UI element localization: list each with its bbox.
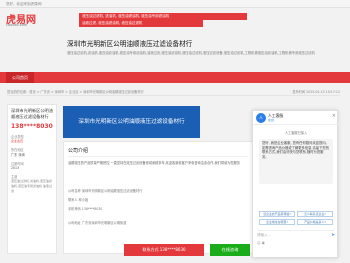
top-bar: 您好，欢迎来到虎易网! xyxy=(0,0,350,8)
field-phone: 手机号码 138****8030 xyxy=(68,207,103,211)
quick-question-4[interactable]: 产品价格是多少? xyxy=(297,219,333,225)
area-value: 广东 深圳 xyxy=(11,153,25,157)
quick-question-3[interactable]: 企业地址在哪里? xyxy=(259,219,295,225)
chat-widget: 人 人工客服 在线 × 人工客服已接入 您好, 我是企业客服, 您有任何疑问欢迎… xyxy=(252,110,339,258)
member-tag: 企业会员 xyxy=(11,139,24,143)
section-title: 公司介绍 xyxy=(68,148,89,154)
scope-value: 液压油过滤机,滤油机,液压油滤油机,液压油专用滤油机,油液过滤 xyxy=(11,179,52,193)
chat-input[interactable]: 请输入... xyxy=(257,233,271,238)
keyword-row-1: 液压油过滤机, 滤油机, 液压油滤油机, 液压油专用滤油机 xyxy=(79,13,247,20)
field-address: 公司地址 广东省深圳市光明新区公明街道 xyxy=(68,221,127,225)
sidebar-phone[interactable]: 138****8030 xyxy=(11,123,53,130)
publish-time: 发布时间 2025-04-15 10:17:12 xyxy=(292,90,340,94)
company-description: 液压油过滤机,滤油机,液压油滤油机,液压油专用滤油机,油液过滤,液压油滤油机,液… xyxy=(67,51,315,55)
close-icon[interactable]: × xyxy=(332,113,336,119)
company-sidebar: 深圳市光明新区公明油顺液压过滤设备材行 138****8030 企业类型 企业会… xyxy=(7,104,57,254)
year-value: 2013 xyxy=(11,166,20,170)
company-header: 深圳市光明新区公明油顺液压过滤设备材行 xyxy=(67,38,192,48)
intro-text: 油顺液压的产品质量严格把控,一直坚持在液压过滤设备领域深耕多年,欢迎各新老客户来… xyxy=(68,161,240,165)
main-nav: 公司首页 xyxy=(0,72,350,83)
agent-joined-notice: 人工客服已接入 xyxy=(284,131,308,135)
keyword-banner: 液压油过滤机, 滤油机, 液压油滤油机, 液压油专用滤油机 油液过滤, 液压油滤… xyxy=(79,13,247,27)
chat-header: 人 人工客服 在线 × xyxy=(253,111,339,125)
page-title: 深圳市光明新区公明油顺液压过滤设备材行 xyxy=(67,40,193,48)
send-icon[interactable]: ➤ xyxy=(331,233,335,238)
quick-question-1[interactable]: 该企业的产品有哪些? xyxy=(259,211,295,217)
agent-status: 在线 xyxy=(268,118,275,122)
field-contact: 联系人 林小姐 xyxy=(68,198,89,202)
quick-question-2[interactable]: 怎么联系该企业? xyxy=(297,211,333,217)
breadcrumb: 您当前的位置：首页 > 广东省 > 深圳市 > 企业店 > 深圳市光明新区公明油… xyxy=(7,89,340,96)
company-banner: 深圳市光明新区公明油顺液压过滤设备材行 xyxy=(63,106,200,138)
chat-input-area[interactable]: 请输入... ➤ ☺ ▣ xyxy=(257,230,335,248)
keyword-row-2: 油液过滤, 液压油滤油机, 液压油过滤机 xyxy=(79,20,203,27)
company-intro-panel: 公司介绍 油顺液压的产品质量严格把控,一直坚持在液压过滤设备领域深耕多年,欢迎各… xyxy=(63,141,253,254)
divider xyxy=(68,156,248,157)
welcome-text: 您好，欢迎来到虎易网! xyxy=(6,2,43,6)
sidebar-company-name[interactable]: 深圳市光明新区公明油顺液压过滤设备材行 xyxy=(11,108,53,120)
breadcrumb-path[interactable]: 您当前的位置：首页 > 广东省 > 深圳市 > 企业店 > 深圳市光明新区公明油… xyxy=(7,90,144,94)
logo-sub: cooveo.com xyxy=(6,23,28,27)
field-company: 公司名称 深圳市光明新区公明油顺液压过滤设备材行 xyxy=(68,189,143,193)
emoji-image-icons[interactable]: ☺ ▣ xyxy=(257,241,265,245)
chat-message: 您好, 我是企业客服, 您有任何疑问欢迎提问。如需咨询产品价格或了解更多信息,请… xyxy=(259,139,333,184)
nav-home[interactable]: 公司首页 xyxy=(6,72,34,83)
online-chat-button[interactable]: 在线咨询 xyxy=(210,244,250,256)
agent-avatar: 人 xyxy=(256,113,266,123)
contact-phone-button[interactable]: 联系方式 138****8030 xyxy=(124,244,204,256)
site-logo[interactable]: 虎易网 cooveo.com xyxy=(6,11,66,31)
